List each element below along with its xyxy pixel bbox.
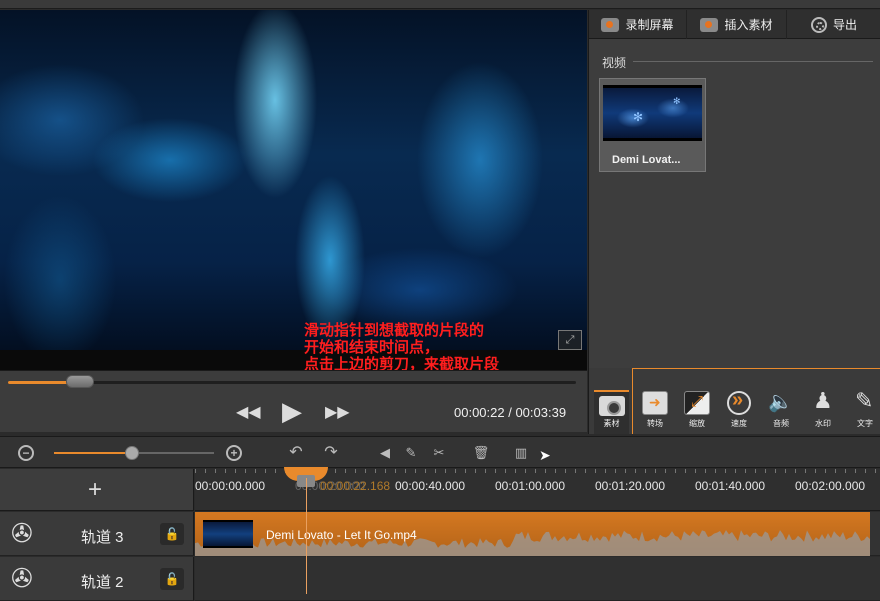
tab-insert-material[interactable]: 插入素材 [687, 10, 787, 39]
material-button[interactable]: 素材 [594, 390, 629, 434]
fast-forward-icon[interactable]: ▶▶ [325, 402, 350, 422]
ruler-tick-label: 00:01:20.000 [595, 479, 666, 493]
ruler-tick-label: 00:01:40.000 [695, 479, 766, 493]
tool-label: 素材 [603, 419, 620, 428]
watermark-icon [810, 388, 836, 415]
seek-thumb[interactable] [66, 375, 95, 388]
track-lane-2[interactable] [195, 557, 880, 601]
tab-label: 导出 [832, 18, 857, 32]
add-track-button[interactable]: + [84, 476, 106, 504]
tab-export[interactable]: 导出 [787, 10, 880, 39]
film-reel-icon [810, 16, 827, 33]
rewind-icon[interactable]: ◀◀ [236, 402, 261, 422]
mute-icon[interactable]: ◀ [376, 444, 394, 462]
top-tabs: 录制屏幕 插入素材 导出 [589, 10, 880, 39]
track-header-2[interactable]: ✇ 轨道 2 🔓 [0, 557, 194, 601]
section-title: 视频 [602, 56, 627, 70]
ruler-tick-label: 00:00:40.000 [395, 479, 466, 493]
media-item[interactable]: ✻ ✻ Demi Lovat... [599, 78, 706, 172]
fullscreen-icon[interactable]: ⤢ [558, 330, 582, 350]
transition-button[interactable]: 转场 [637, 391, 673, 429]
film-reel-icon: ✇ [11, 563, 33, 593]
camera-icon [598, 396, 625, 416]
clip-name: Demi Lovato - Let It Go.mp4 [266, 528, 417, 542]
timeline-toolbar: − + ↶ ↷ ◀ ✎ ✂ 🗑 ▥ ➤ [0, 436, 880, 468]
instruction-annotation: 滑动指针到想截取的片段的 开始和结束时间点， 点击上边的剪刀，来截取片段 [304, 321, 500, 373]
track-header-3[interactable]: ✇ 轨道 3 🔓 [0, 512, 194, 556]
zoom-icon [684, 391, 710, 415]
text-icon [852, 388, 878, 415]
speed-icon [727, 389, 751, 415]
track-name: 轨道 2 [81, 574, 124, 591]
video-preview [0, 10, 587, 370]
ruler-tick-label: 00:01:00.000 [495, 479, 566, 493]
tools-bar: 素材 转场 缩放 速度 音频 水印 [589, 368, 880, 434]
zoom-in-icon[interactable]: + [226, 445, 242, 461]
tool-label: 水印 [815, 419, 831, 428]
add-track-area: + [0, 469, 194, 511]
top-strip [0, 0, 880, 9]
track-name: 轨道 3 [81, 529, 124, 546]
zoom-slider-thumb[interactable] [125, 446, 140, 460]
ruler-tick-label: 00:00:00.000 [195, 479, 266, 493]
zoom-button[interactable]: 缩放 [679, 391, 715, 429]
playhead-line [306, 478, 307, 594]
audio-button[interactable]: 音频 [763, 389, 799, 429]
snowflake-icon: ✻ [673, 96, 681, 106]
zoom-slider[interactable] [54, 446, 214, 460]
lock-icon[interactable]: 🔓 [160, 568, 184, 590]
tool-label: 速度 [731, 419, 747, 428]
playhead-time: 00:00:22.168 [320, 479, 391, 493]
snowflake-icon: ✻ [633, 110, 644, 124]
transition-icon [642, 391, 668, 415]
tab-label: 录制屏幕 [625, 18, 674, 32]
ruler-tick-label: 00:02:00.000 [795, 479, 866, 493]
mouse-cursor-icon: ➤ [539, 447, 551, 463]
tool-label: 文字 [857, 419, 873, 428]
tool-label: 转场 [647, 419, 663, 428]
tool-strip: 转场 缩放 速度 音频 水印 文字 [632, 368, 880, 434]
undo-icon[interactable]: ↶ [287, 444, 305, 462]
media-name: Demi Lovat... [612, 154, 681, 166]
tab-label: 插入素材 [724, 18, 773, 32]
edit-icon[interactable]: ✎ [402, 444, 420, 462]
clip-thumbnail [203, 520, 253, 548]
watermark-button[interactable]: 水印 [805, 388, 841, 429]
speed-button[interactable]: 速度 [721, 389, 757, 429]
seek-bar-fill [8, 381, 75, 384]
tool-label: 缩放 [689, 419, 705, 428]
record-screen-icon [601, 17, 620, 32]
tab-record-screen[interactable]: 录制屏幕 [589, 10, 687, 39]
section-divider [633, 61, 873, 62]
time-readout: 00:00:22 / 00:03:39 [454, 405, 567, 420]
camera-icon [700, 17, 719, 32]
zoom-out-icon[interactable]: − [18, 445, 34, 461]
scissors-icon[interactable]: ✂ [430, 444, 448, 462]
levels-icon[interactable]: ▥ [512, 444, 530, 462]
audio-icon [768, 389, 794, 415]
text-button[interactable]: 文字 [847, 388, 880, 429]
video-clip[interactable]: Demi Lovato - Let It Go.mp4 [195, 512, 870, 556]
trash-icon[interactable]: 🗑 [472, 444, 490, 462]
player-controls: ◀◀ ▶ ▶▶ 00:00:22 / 00:03:39 [0, 370, 587, 432]
zoom-slider-fill [54, 452, 133, 454]
right-panel: 录制屏幕 插入素材 导出 视频 ✻ ✻ Demi Lovat... 素材 转场 [588, 10, 880, 434]
media-thumbnail: ✻ ✻ [603, 85, 702, 141]
redo-icon[interactable]: ↷ [322, 444, 340, 462]
play-icon[interactable]: ▶ [280, 396, 304, 427]
tool-label: 音频 [773, 419, 789, 428]
lock-icon[interactable]: 🔓 [160, 523, 184, 545]
film-reel-icon: ✇ [11, 518, 33, 548]
track-lane-3[interactable]: Demi Lovato - Let It Go.mp4 [195, 512, 880, 556]
